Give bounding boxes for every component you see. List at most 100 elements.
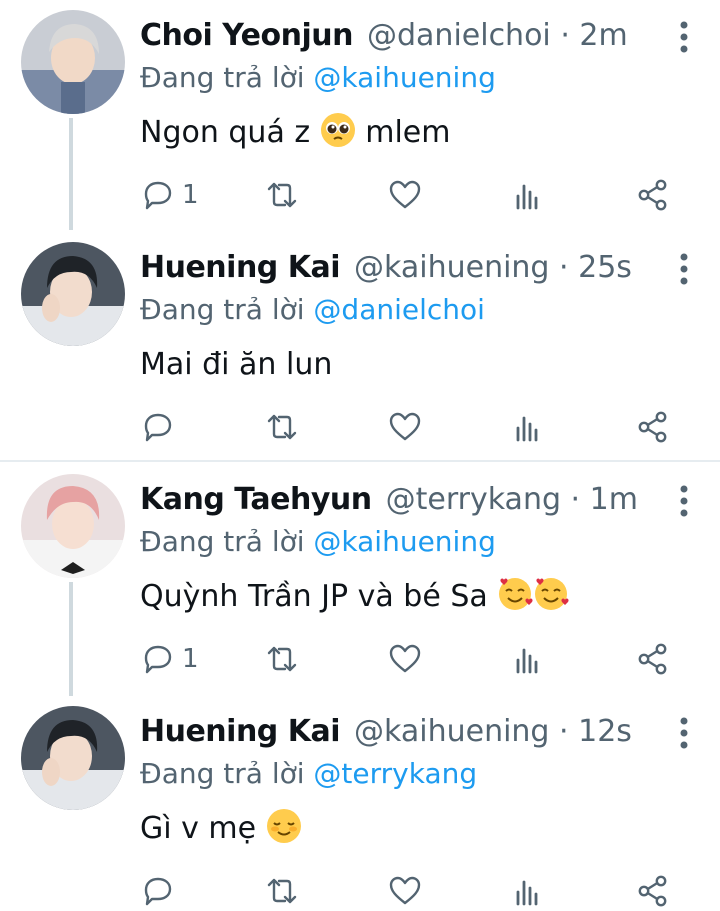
reply-icon: [144, 181, 172, 210]
retweet-icon: [267, 878, 297, 904]
reply-icon: [144, 413, 172, 442]
mention-link[interactable]: @kaihuening: [313, 525, 495, 558]
user-handle[interactable]: @danielchoi: [367, 18, 551, 53]
reply-button[interactable]: [140, 871, 182, 911]
reply-thread: Choi Yeonjun @danielchoi · 2m Đang trả lờ…: [0, 0, 720, 907]
replying-to-label: Đang trả lời: [140, 757, 305, 790]
retweet-icon: [267, 414, 297, 440]
action-bar: 1: [140, 175, 700, 215]
user-handle[interactable]: @kaihuening: [354, 714, 549, 749]
tweet-header: Kang Taehyun @terrykang · 1m: [140, 478, 638, 522]
tweet[interactable]: Choi Yeonjun @danielchoi · 2m Đang trả lờ…: [0, 0, 720, 230]
views-icon: [516, 648, 538, 674]
like-icon: [389, 876, 421, 905]
tweet-text-content: Mai đi ăn lun: [140, 347, 333, 382]
tweet-text-content: Gì v mẹ: [140, 811, 257, 846]
timestamp[interactable]: 1m: [590, 482, 638, 517]
avatar[interactable]: [21, 474, 125, 578]
like-button[interactable]: [388, 407, 422, 447]
avatar[interactable]: [21, 706, 125, 810]
tweet-header: Choi Yeonjun @danielchoi · 2m: [140, 14, 628, 58]
more-options-icon[interactable]: [678, 252, 690, 286]
timestamp[interactable]: 2m: [579, 18, 627, 53]
views-icon: [516, 880, 538, 906]
share-button[interactable]: [636, 175, 670, 215]
mention-link[interactable]: @terrykang: [313, 757, 477, 790]
replying-to-label: Đang trả lời: [140, 61, 305, 94]
display-name[interactable]: Huening Kai: [140, 714, 341, 749]
user-handle[interactable]: @kaihuening: [354, 250, 549, 285]
share-icon: [638, 411, 667, 443]
like-icon: [389, 180, 421, 209]
display-name[interactable]: Kang Taehyun: [140, 482, 372, 517]
like-button[interactable]: [388, 871, 422, 911]
mention-link[interactable]: @danielchoi: [313, 293, 485, 326]
tweet-text: Quỳnh Trần JP và bé Sa: [140, 574, 569, 620]
reply-button[interactable]: 1: [140, 639, 199, 679]
avatar[interactable]: [21, 242, 125, 346]
timestamp[interactable]: 12s: [578, 714, 632, 749]
views-button[interactable]: [512, 175, 546, 215]
timestamp[interactable]: 25s: [578, 250, 632, 285]
reply-button[interactable]: [140, 407, 182, 447]
share-icon: [638, 643, 667, 675]
user-handle[interactable]: @terrykang: [386, 482, 561, 517]
tweet[interactable]: Kang Taehyun @terrykang · 1m Đang trả lời…: [0, 464, 720, 696]
action-bar: 1: [140, 639, 700, 679]
retweet-button[interactable]: [265, 871, 299, 911]
separator-dot: ·: [570, 482, 581, 517]
avatar-gray-hair-icon: [21, 10, 125, 114]
more-options-icon[interactable]: [678, 716, 690, 750]
share-button[interactable]: [636, 407, 670, 447]
share-button[interactable]: [636, 639, 670, 679]
share-button[interactable]: [636, 871, 670, 911]
smiling-face-with-hearts-icon: [535, 578, 569, 610]
retweet-icon: [267, 646, 297, 672]
retweet-button[interactable]: [265, 407, 299, 447]
smiling-face-with-hearts-icon: [499, 578, 533, 610]
retweet-button[interactable]: [265, 175, 299, 215]
views-button[interactable]: [512, 639, 546, 679]
reply-button[interactable]: 1: [140, 175, 199, 215]
separator-dot: ·: [559, 250, 569, 285]
like-button[interactable]: [388, 639, 422, 679]
views-button[interactable]: [512, 407, 546, 447]
tweet-header: Huening Kai @kaihuening · 25s: [140, 246, 632, 290]
tweet[interactable]: Huening Kai @kaihuening · 25s Đang trả lờ…: [0, 232, 720, 457]
mention-link[interactable]: @kaihuening: [313, 61, 495, 94]
like-button[interactable]: [388, 175, 422, 215]
replying-to: Đang trả lời @kaihuening: [140, 58, 496, 98]
retweet-button[interactable]: [265, 639, 299, 679]
thread-line: [69, 118, 73, 230]
share-icon: [638, 179, 667, 211]
replying-to-label: Đang trả lời: [140, 525, 305, 558]
pleading-face-icon: [320, 113, 355, 147]
more-options-icon[interactable]: [678, 484, 690, 518]
tweet[interactable]: Huening Kai @kaihuening · 12s Đang trả lờ…: [0, 696, 720, 907]
display-name[interactable]: Huening Kai: [140, 250, 341, 285]
tweet-text: Mai đi ăn lun: [140, 342, 332, 388]
display-name[interactable]: Choi Yeonjun: [140, 18, 354, 53]
tweet-text: Ngon quá z mlem: [140, 110, 450, 156]
replying-to: Đang trả lời @terrykang: [140, 754, 477, 794]
replying-to: Đang trả lời @kaihuening: [140, 522, 496, 562]
avatar-dark-hair-icon: [21, 706, 125, 810]
replying-to-label: Đang trả lời: [140, 293, 305, 326]
avatar[interactable]: [21, 10, 125, 114]
views-button[interactable]: [512, 871, 546, 911]
reply-icon: [144, 645, 172, 674]
views-icon: [516, 184, 538, 210]
tweet-text-content: Ngon quá z: [140, 115, 311, 150]
avatar-dark-hair-icon: [21, 242, 125, 346]
more-options-icon[interactable]: [678, 20, 690, 54]
like-icon: [389, 644, 421, 673]
tweet-text-content: Quỳnh Trần JP và bé Sa: [140, 579, 488, 614]
share-icon: [638, 875, 667, 907]
tweet-header: Huening Kai @kaihuening · 12s: [140, 710, 632, 754]
tweet-text: Gì v mẹ: [140, 806, 302, 852]
replying-to: Đang trả lời @danielchoi: [140, 290, 485, 330]
thread-line: [69, 582, 73, 696]
separator-dot: ·: [559, 714, 569, 749]
retweet-icon: [267, 182, 297, 208]
reply-icon: [144, 877, 172, 906]
